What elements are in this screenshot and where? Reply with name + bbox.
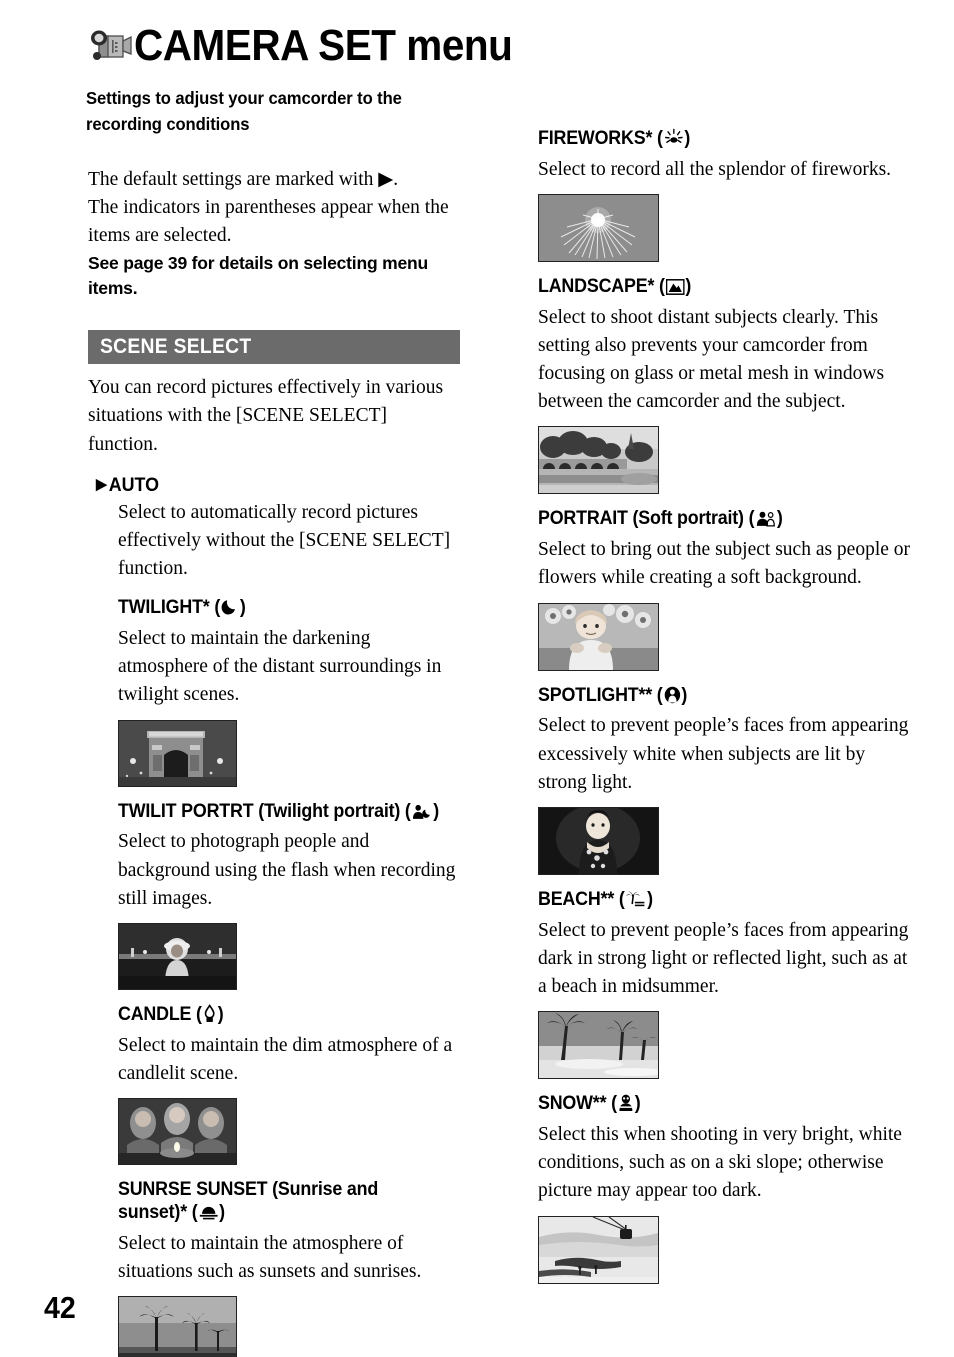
entry-landscape-heading: LANDSCAPE* () bbox=[538, 276, 893, 302]
bridge-landscape-photo bbox=[538, 426, 659, 495]
entry-spotlight-heading: SPOTLIGHT** () bbox=[538, 685, 893, 711]
section-description: You can record pictures effectively in v… bbox=[88, 377, 444, 455]
manual-page: CAMERA SET menu Settings to adjust your … bbox=[0, 0, 954, 1357]
section-header-label: SCENE SELECT bbox=[100, 335, 252, 359]
entry-twilight-body: Select to maintain the darkening atmosph… bbox=[118, 628, 442, 706]
entry-auto-body: Select to automatically record pictures … bbox=[118, 501, 451, 580]
entry-spotlight: SPOTLIGHT** () Select to prevent people’… bbox=[538, 685, 916, 875]
entry-auto: ▶AUTO Select to automatically record pic… bbox=[88, 475, 460, 584]
child-portrait-photo bbox=[538, 602, 659, 671]
crescent-moon-icon bbox=[221, 597, 239, 623]
entry-landscape-title-post: ) bbox=[685, 275, 692, 297]
entry-snow-title-post: ) bbox=[634, 1093, 641, 1115]
entry-fireworks-body: Select to record all the splendor of fir… bbox=[538, 158, 892, 180]
entry-sunrse-sunset-title-pre: SUNRSE SUNSET (Sunrise and sunset)* ( bbox=[118, 1179, 379, 1223]
intro-bold-note: See page 39 for details on selecting men… bbox=[88, 252, 428, 299]
entry-portrait: PORTRAIT (Soft portrait) () Select to br… bbox=[538, 508, 916, 671]
entry-sunrse-sunset: SUNRSE SUNSET (Sunrise and sunset)* () S… bbox=[118, 1179, 460, 1357]
entry-twilit-portrt-heading: TWILIT PORTRT (Twilight portrait) () bbox=[118, 801, 439, 827]
page-header: CAMERA SET menu bbox=[86, 24, 545, 68]
entry-twilight-heading: TWILIGHT* () bbox=[118, 597, 439, 623]
entry-twilight-title-post: ) bbox=[239, 597, 246, 619]
entry-sunrse-sunset-heading: SUNRSE SUNSET (Sunrise and sunset)* () bbox=[118, 1179, 439, 1228]
intro-line-1: The default settings are marked with ▶. bbox=[88, 169, 399, 190]
palm-sunset-photo bbox=[118, 1296, 237, 1357]
intro-line-2: The indicators in parentheses appear whe… bbox=[88, 197, 449, 247]
camcorder-icon bbox=[86, 26, 134, 66]
entry-landscape-body: Select to shoot distant subjects clearly… bbox=[538, 306, 885, 413]
entry-snow-title-pre: SNOW** ( bbox=[538, 1093, 617, 1115]
entry-landscape: LANDSCAPE* () Select to shoot distant su… bbox=[538, 276, 916, 495]
sunset-icon bbox=[198, 1204, 218, 1228]
entry-spotlight-title-post: ) bbox=[681, 684, 688, 706]
entry-beach-heading: BEACH** () bbox=[538, 889, 893, 915]
entry-landscape-title-pre: LANDSCAPE* ( bbox=[538, 275, 665, 297]
entry-beach-title-pre: BEACH** ( bbox=[538, 888, 625, 910]
person-moon-icon bbox=[412, 803, 433, 827]
entry-twilight: TWILIGHT* () Select to maintain the dark… bbox=[118, 597, 460, 787]
entry-snow-body: Select this when shooting in very bright… bbox=[538, 1124, 902, 1202]
fireworks-icon bbox=[664, 128, 684, 154]
beach-palms-photo bbox=[538, 1011, 659, 1080]
entry-fireworks-title-pre: FIREWORKS* ( bbox=[538, 128, 663, 149]
entry-fireworks-heading: FIREWORKS* () bbox=[538, 128, 893, 154]
snowman-icon bbox=[618, 1094, 634, 1119]
entry-sunrse-sunset-title-post: ) bbox=[219, 1201, 225, 1223]
entry-portrait-heading: PORTRAIT (Soft portrait) () bbox=[538, 508, 893, 534]
entry-candle-title-pre: CANDLE ( bbox=[118, 1003, 202, 1025]
entry-beach-title-post: ) bbox=[647, 888, 653, 910]
spotlight-person-icon bbox=[664, 686, 681, 711]
left-column: The default settings are marked with ▶. … bbox=[88, 166, 460, 1357]
entry-candle-title-post: ) bbox=[217, 1003, 224, 1025]
entry-auto-title: AUTO bbox=[108, 474, 160, 496]
entry-twilit-portrt-title-pre: TWILIT PORTRT (Twilight portrait) ( bbox=[118, 800, 411, 822]
entry-portrait-body: Select to bring out the subject such as … bbox=[538, 539, 911, 589]
entry-twilight-title-pre: TWILIGHT* ( bbox=[118, 597, 221, 619]
entry-portrait-title-post: ) bbox=[776, 508, 783, 530]
palm-tree-waves-icon bbox=[626, 891, 647, 915]
default-marker-icon: ▶ bbox=[96, 475, 107, 493]
entry-twilit-portrt: TWILIT PORTRT (Twilight portrait) () Sel… bbox=[118, 801, 460, 990]
entry-sunrse-sunset-body: Select to maintain the atmosphere of sit… bbox=[118, 1232, 422, 1282]
entry-spotlight-body: Select to prevent people’s faces from ap… bbox=[538, 715, 909, 793]
page-title: CAMERA SET menu bbox=[134, 21, 513, 70]
two-people-icon bbox=[755, 510, 776, 534]
entry-beach-body: Select to prevent people’s faces from ap… bbox=[538, 919, 909, 998]
entry-candle: CANDLE () Select to maintain the dim atm… bbox=[118, 1004, 460, 1166]
entry-portrait-title-pre: PORTRAIT (Soft portrait) ( bbox=[538, 508, 755, 530]
ski-slope-photo bbox=[538, 1215, 659, 1284]
section-header-scene-select: SCENE SELECT bbox=[88, 330, 460, 365]
landscape-mountain-icon bbox=[665, 279, 685, 302]
entry-twilit-portrt-title-post: ) bbox=[433, 800, 440, 822]
entry-snow: SNOW** () Select this when shooting in v… bbox=[538, 1093, 916, 1284]
right-column: FIREWORKS* () Select to record all the s… bbox=[538, 128, 916, 1284]
entry-fireworks: FIREWORKS* () Select to record all the s… bbox=[538, 128, 916, 262]
twilight-portrait-photo bbox=[118, 922, 237, 990]
candle-icon bbox=[203, 1004, 217, 1030]
entry-twilit-portrt-body: Select to photograph people and backgrou… bbox=[118, 831, 456, 909]
entry-candle-body: Select to maintain the dim atmosphere of… bbox=[118, 1034, 453, 1084]
entry-beach: BEACH** () Select to prevent people’s fa… bbox=[538, 889, 916, 1080]
spotlight-woman-photo bbox=[538, 806, 659, 875]
entry-snow-heading: SNOW** () bbox=[538, 1093, 893, 1119]
entry-spotlight-title-pre: SPOTLIGHT** ( bbox=[538, 684, 663, 706]
entry-fireworks-title-post: ) bbox=[684, 128, 691, 149]
candlelit-group-photo bbox=[118, 1098, 237, 1166]
entry-candle-heading: CANDLE () bbox=[118, 1004, 439, 1030]
fireworks-photo bbox=[538, 193, 659, 262]
page-subtitle: Settings to adjust your camcorder to the… bbox=[86, 88, 402, 134]
entry-auto-heading: ▶AUTO bbox=[96, 475, 438, 497]
arc-de-triomphe-night-photo bbox=[118, 719, 237, 787]
page-number: 42 bbox=[44, 1290, 76, 1325]
